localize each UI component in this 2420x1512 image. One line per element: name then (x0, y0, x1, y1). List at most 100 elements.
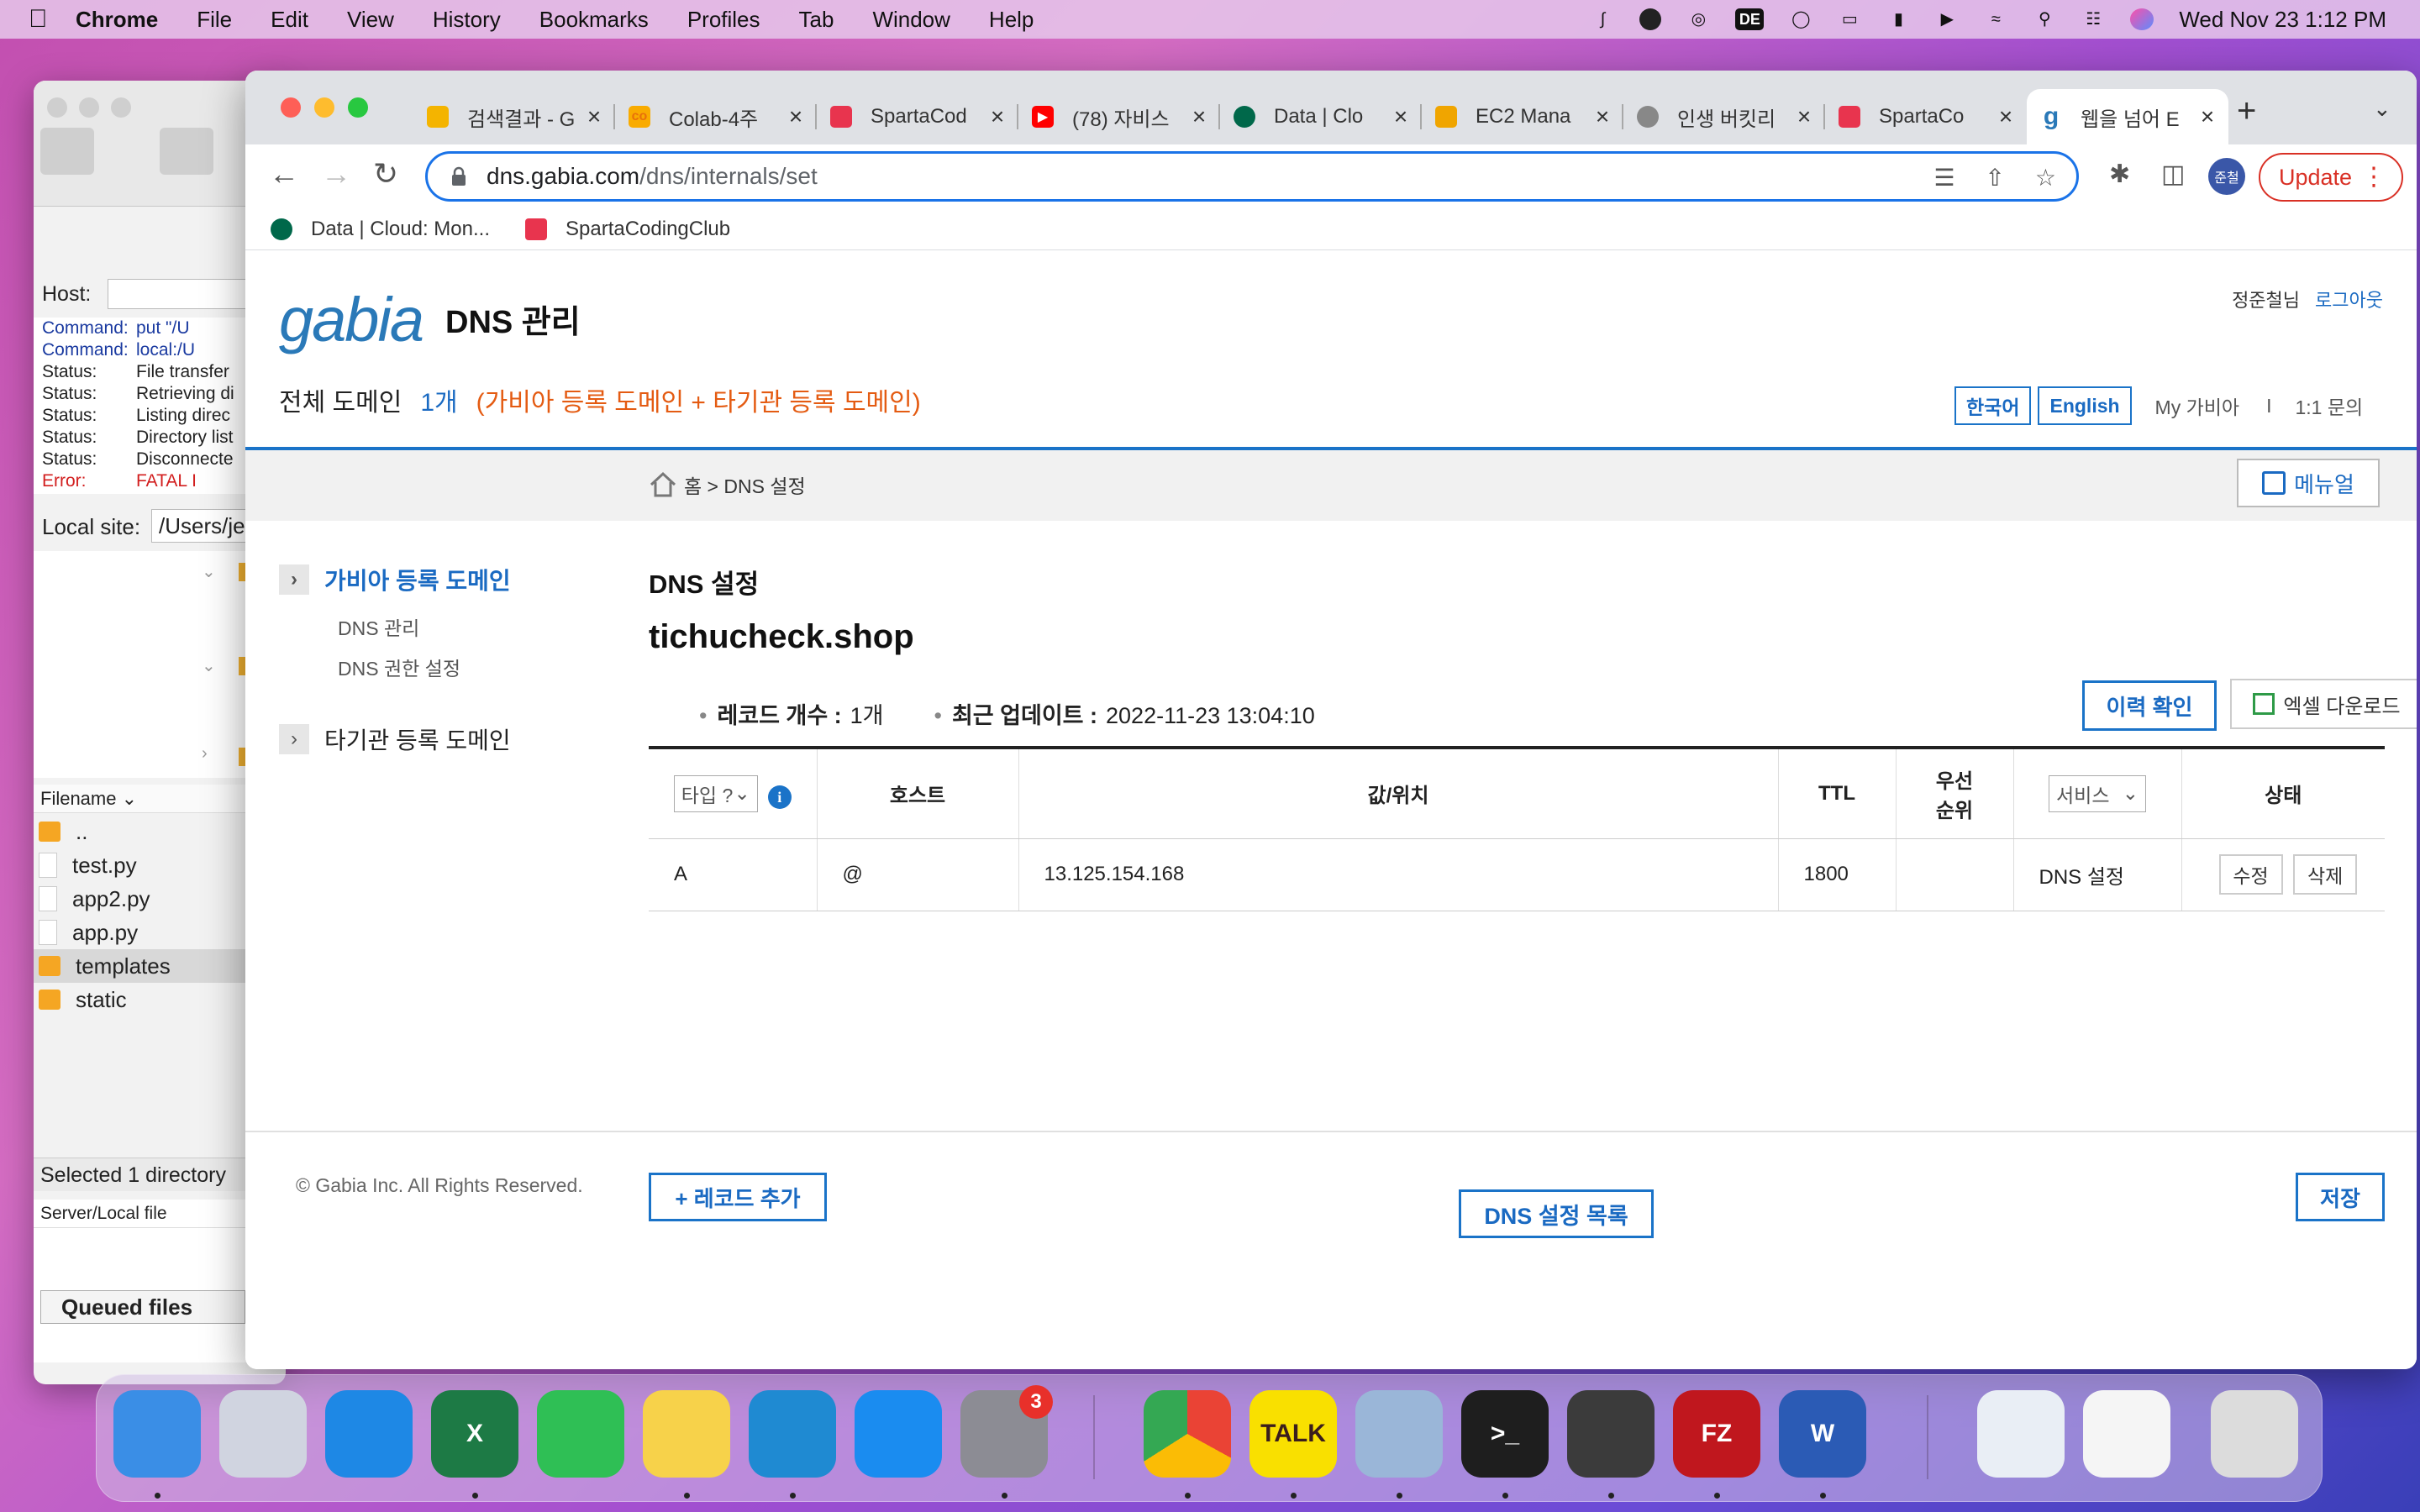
back-arrow-icon[interactable]: ← (269, 156, 299, 192)
lock-icon[interactable] (450, 166, 468, 186)
settings-icon[interactable]: 3 (960, 1385, 1053, 1478)
word-icon[interactable]: W (1779, 1390, 1866, 1478)
sidebar-item-dns-permissions[interactable]: DNS 권한 설정 (279, 648, 598, 689)
filezilla-icon[interactable]: FZ (1673, 1390, 1760, 1478)
menu-history[interactable]: History (433, 7, 501, 33)
inquiry-link[interactable]: 1:1 문의 (2295, 391, 2363, 420)
url-text[interactable]: dns.gabia.com/dns/internals/set (487, 163, 818, 190)
side-panel-icon[interactable]: ◫ (2161, 160, 2185, 189)
menu-edit[interactable]: Edit (271, 7, 308, 33)
browser-tab[interactable]: EC2 Mana × (1422, 89, 1623, 144)
close-tab-icon[interactable]: × (985, 103, 1010, 130)
close-window-button[interactable] (281, 97, 301, 118)
message-log-icon[interactable] (160, 128, 213, 175)
menu-window[interactable]: Window (872, 7, 950, 33)
my-gabia-link[interactable]: My 가비아 (2155, 391, 2240, 420)
apple-menu-icon[interactable]:  (29, 5, 76, 34)
browser-tab-active[interactable]: g 웹을 넘어 E × (2027, 89, 2228, 144)
service-filter-select[interactable]: 서비스 ⌄ (2049, 774, 2146, 812)
close-window-button[interactable] (47, 97, 67, 118)
home-icon[interactable] (649, 471, 677, 498)
share-icon[interactable]: ⇧ (1985, 164, 2004, 192)
menu-clock[interactable]: Wed Nov 23 1:12 PM (2179, 7, 2386, 33)
bookmark-mongodb[interactable]: Data | Cloud: Mon... (271, 218, 490, 241)
appstore-icon[interactable] (855, 1390, 942, 1478)
airdrop-icon[interactable]: ◎ (1686, 8, 1710, 30)
close-tab-icon[interactable]: × (1590, 103, 1615, 130)
menu-file[interactable]: File (197, 7, 232, 33)
finder-icon[interactable] (113, 1390, 201, 1478)
bluetooth-icon[interactable]: ∫ (1591, 8, 1614, 30)
update-button[interactable]: Update ⋮ (2259, 153, 2403, 202)
browser-tab[interactable]: 검색결과 - G × (413, 89, 615, 144)
sidebar-item-gabia-domains[interactable]: › 가비아 등록 도메인 (279, 563, 598, 596)
zoom-window-button[interactable] (348, 97, 368, 118)
chevron-down-icon[interactable]: ⌄ (202, 655, 216, 676)
close-tab-icon[interactable]: × (1186, 103, 1212, 130)
queued-files-tab[interactable]: Queued files (40, 1290, 245, 1324)
menu-bookmarks[interactable]: Bookmarks (539, 7, 649, 33)
tab-search-chevron-icon[interactable]: ⌄ (2373, 96, 2391, 122)
info-icon[interactable]: i (767, 785, 792, 810)
trash-icon[interactable] (2211, 1390, 2298, 1478)
gabia-logo[interactable]: gabia (279, 284, 424, 355)
menu-help[interactable]: Help (989, 7, 1034, 33)
close-tab-icon[interactable]: × (2195, 103, 2220, 130)
menu-profiles[interactable]: Profiles (687, 7, 760, 33)
menu-tab[interactable]: Tab (799, 7, 834, 33)
bookmark-sparta[interactable]: SpartaCodingClub (525, 218, 730, 241)
display-icon[interactable]: ▭ (1838, 8, 1861, 30)
history-button[interactable]: 이력 확인 (2082, 680, 2217, 731)
launchpad-icon[interactable] (219, 1390, 307, 1478)
browser-tab[interactable]: SpartaCod × (817, 89, 1018, 144)
delete-record-button[interactable]: 삭제 (2293, 854, 2358, 895)
type-filter-select[interactable]: 타입 ? ⌄ (673, 774, 758, 812)
input-source-icon[interactable]: DE (1735, 8, 1765, 30)
chrome-icon[interactable] (1144, 1390, 1231, 1478)
recent-window-2-icon[interactable] (2083, 1390, 2170, 1478)
dns-list-button[interactable]: DNS 설정 목록 (1459, 1189, 1654, 1238)
zoom-window-button[interactable] (111, 97, 131, 118)
keychain-icon[interactable] (1567, 1390, 1655, 1478)
close-tab-icon[interactable]: × (1388, 103, 1413, 130)
siri-icon[interactable] (2130, 8, 2154, 30)
extensions-icon[interactable]: ✱ (2109, 160, 2130, 189)
wifi-icon[interactable]: ≈ (1984, 8, 2007, 30)
vscode-icon[interactable] (749, 1390, 836, 1478)
bookmark-star-icon[interactable]: ☆ (2035, 164, 2056, 192)
browser-tab[interactable]: SpartaCo × (1825, 89, 2027, 144)
notes-icon[interactable] (643, 1390, 730, 1478)
sidebar-item-other-domains[interactable]: › 타기관 등록 도메인 (279, 722, 598, 756)
logout-link[interactable]: 로그아웃 (2315, 290, 2383, 311)
browser-tab[interactable]: 인생 버킷리 × (1623, 89, 1825, 144)
spotlight-search-icon[interactable]: ⚲ (2033, 8, 2056, 30)
site-manager-icon[interactable] (40, 128, 94, 175)
lang-english-button[interactable]: English (2038, 386, 2132, 425)
sidebar-item-dns-management[interactable]: DNS 관리 (279, 608, 598, 648)
domain-count[interactable]: 1개 (420, 389, 457, 417)
recent-window-1-icon[interactable] (1977, 1390, 2065, 1478)
kakaotalk-icon[interactable]: TALK (1249, 1390, 1337, 1478)
excel-icon[interactable]: X (431, 1390, 518, 1478)
menu-app-name[interactable]: Chrome (76, 7, 158, 33)
preview-icon[interactable] (1355, 1390, 1443, 1478)
play-icon[interactable]: ▶ (1935, 8, 1959, 30)
edit-record-button[interactable]: 수정 (2218, 854, 2283, 895)
translate-icon[interactable]: ☰ (1933, 164, 1954, 192)
browser-tab[interactable]: Data | Clo × (1220, 89, 1422, 144)
close-tab-icon[interactable]: × (783, 103, 808, 130)
browser-tab[interactable]: co Colab-4주 × (615, 89, 817, 144)
add-record-button[interactable]: + 레코드 추가 (649, 1173, 827, 1221)
new-tab-icon[interactable]: + (2237, 92, 2256, 130)
browser-tab[interactable]: ▶ (78) 자비스 × (1018, 89, 1220, 144)
close-tab-icon[interactable]: × (1993, 103, 2018, 130)
battery-icon[interactable]: ▮ (1886, 8, 1910, 30)
excel-download-button[interactable]: 엑셀 다운로드 (2230, 679, 2417, 729)
facetime-icon[interactable] (537, 1390, 624, 1478)
profile-avatar[interactable]: 준철 (2208, 158, 2245, 195)
close-tab-icon[interactable]: × (581, 103, 607, 130)
address-bar[interactable]: dns.gabia.com/dns/internals/set ☰ ⇧ ☆ (425, 151, 2079, 202)
notification-icon[interactable] (1639, 8, 1662, 30)
chevron-down-icon[interactable]: ⌄ (202, 561, 216, 582)
close-tab-icon[interactable]: × (1791, 103, 1817, 130)
